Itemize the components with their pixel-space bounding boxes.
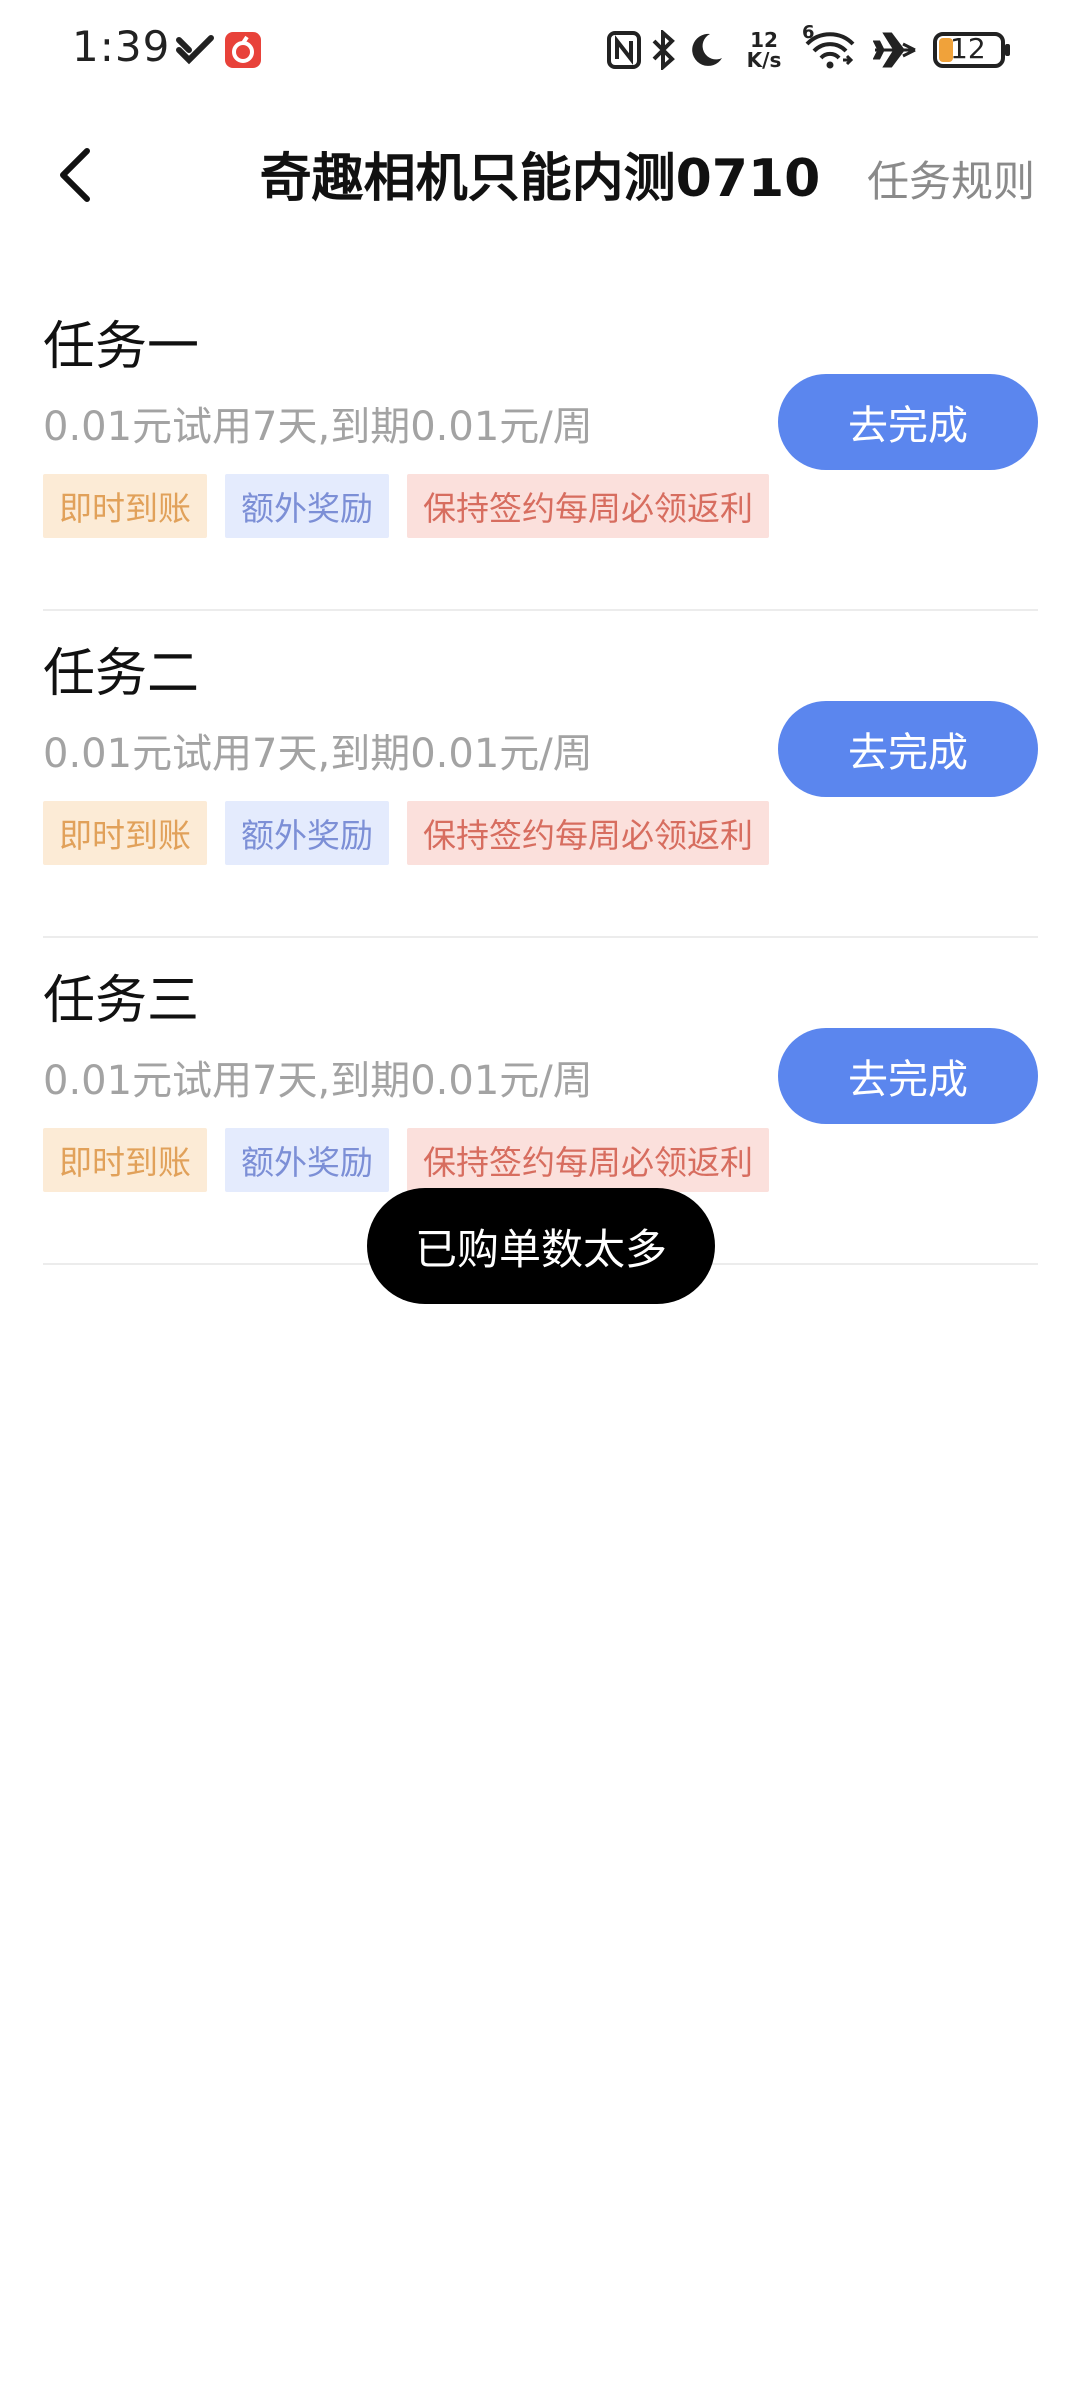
status-bar: 1:39 12 K/s 6 12 — [0, 0, 1080, 100]
toast-message: 已购单数太多 — [367, 1188, 715, 1304]
vpn-check-icon — [170, 28, 220, 72]
task-tags: 即时到账 额外奖励 保持签约每周必领返利 — [43, 474, 769, 538]
task-tags: 即时到账 额外奖励 保持签约每周必领返利 — [43, 801, 769, 865]
complete-task-button[interactable]: 去完成 — [778, 374, 1038, 470]
wifi-icon: 6 — [800, 22, 860, 72]
wifi-badge: 6 — [802, 22, 815, 43]
header: 奇趣相机只能内测0710 任务规则 — [0, 110, 1080, 240]
app-notification-icon — [222, 28, 264, 72]
net-speed-unit: K/s — [746, 48, 782, 72]
tag-weekly-rebate: 保持签约每周必领返利 — [407, 801, 769, 865]
task-description: 0.01元试用7天,到期0.01元/周 — [43, 731, 593, 777]
moon-icon — [686, 28, 726, 72]
net-speed-indicator: 12 K/s — [744, 28, 784, 72]
bluetooth-icon — [648, 28, 678, 72]
task-item: 任务二 0.01元试用7天,到期0.01元/周 即时到账 额外奖励 保持签约每周… — [43, 611, 1038, 938]
screen: 1:39 12 K/s 6 12 奇趣相机只能内测0710 任务规则 任务一 0… — [0, 0, 1080, 2400]
battery-icon: 12 — [932, 28, 1014, 72]
tag-weekly-rebate: 保持签约每周必领返利 — [407, 474, 769, 538]
task-rules-link[interactable]: 任务规则 — [867, 148, 1035, 209]
task-description: 0.01元试用7天,到期0.01元/周 — [43, 404, 593, 450]
task-title: 任务三 — [43, 971, 200, 1031]
nfc-icon — [606, 28, 642, 72]
task-list: 任务一 0.01元试用7天,到期0.01元/周 即时到账 额外奖励 保持签约每周… — [43, 284, 1038, 1265]
airplane-icon — [872, 28, 918, 72]
tag-instant-credit: 即时到账 — [43, 801, 207, 865]
tag-instant-credit: 即时到账 — [43, 1128, 207, 1192]
tag-extra-reward: 额外奖励 — [225, 1128, 389, 1192]
task-title: 任务一 — [43, 317, 200, 377]
tag-instant-credit: 即时到账 — [43, 474, 207, 538]
task-title: 任务二 — [43, 644, 200, 704]
tag-weekly-rebate: 保持签约每周必领返利 — [407, 1128, 769, 1192]
tag-extra-reward: 额外奖励 — [225, 801, 389, 865]
task-item: 任务一 0.01元试用7天,到期0.01元/周 即时到账 额外奖励 保持签约每周… — [43, 284, 1038, 611]
battery-level: 12 — [950, 32, 986, 65]
complete-task-button[interactable]: 去完成 — [778, 1028, 1038, 1124]
task-tags: 即时到账 额外奖励 保持签约每周必领返利 — [43, 1128, 769, 1192]
tag-extra-reward: 额外奖励 — [225, 474, 389, 538]
task-description: 0.01元试用7天,到期0.01元/周 — [43, 1058, 593, 1104]
status-time: 1:39 — [72, 22, 171, 71]
complete-task-button[interactable]: 去完成 — [778, 701, 1038, 797]
net-speed-value: 12 — [750, 28, 778, 52]
